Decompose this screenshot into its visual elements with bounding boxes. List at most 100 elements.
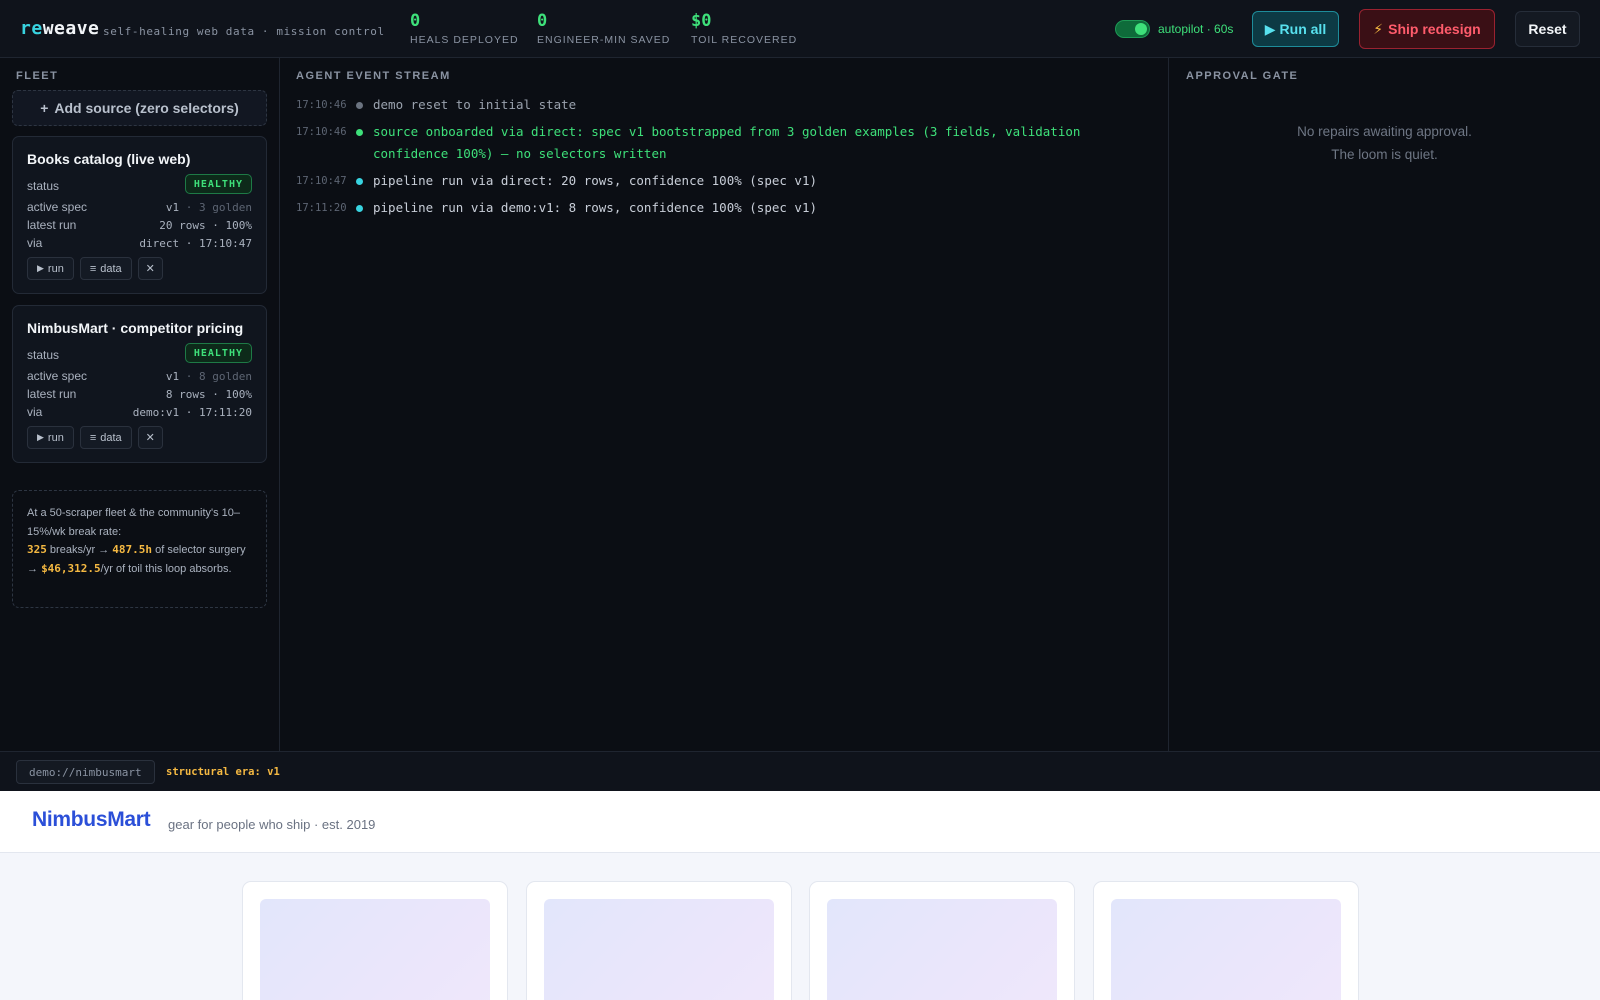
run-all-button[interactable]: ▶ Run all	[1252, 11, 1339, 47]
view-data-button[interactable]: ≡ data	[79, 426, 132, 449]
add-source-label: Add source (zero selectors)	[54, 100, 239, 116]
view-data-button[interactable]: ≡ data	[79, 257, 132, 280]
product-image	[1111, 899, 1341, 1000]
field-value: direct · 17:10:47	[139, 236, 252, 250]
site-header: NimbusMart gear for people who ship · es…	[0, 791, 1600, 853]
reset-button[interactable]: Reset	[1515, 11, 1580, 47]
gate-title: APPROVAL GATE	[1186, 70, 1299, 82]
site-tagline: gear for people who ship · est. 2019	[168, 817, 376, 832]
field-label: status	[27, 348, 60, 362]
list-icon: ≡	[89, 262, 97, 275]
add-source-button[interactable]: + Add source (zero selectors)	[12, 90, 267, 126]
demo-site-preview: NimbusMart gear for people who ship · es…	[0, 791, 1600, 1000]
active-spec-row: active spec v1 · 3 golden	[27, 199, 252, 215]
event-stream-panel: AGENT EVENT STREAM 17:10:46 demo reset t…	[280, 58, 1169, 751]
event-dot-icon	[356, 178, 363, 186]
ship-redesign-button[interactable]: ⚡ Ship redesign	[1359, 9, 1495, 49]
source-card-nimbusmart: NimbusMart · competitor pricing status H…	[12, 305, 267, 463]
field-value: v1 · 8 golden	[165, 369, 252, 383]
event-row: 17:10:47 pipeline run via direct: 20 row…	[296, 170, 1156, 193]
kpi-heals-deployed: 0 HEALS DEPLOYED	[410, 11, 519, 46]
remove-source-button[interactable]: ✕	[137, 426, 163, 449]
field-value: demo:v1 · 17:11:20	[132, 405, 252, 419]
event-time: 17:10:46	[296, 99, 347, 111]
field-label: active spec	[27, 200, 88, 214]
field-value: 8 rows · 100%	[165, 387, 252, 401]
site-logo[interactable]: NimbusMart	[32, 808, 151, 832]
field-label: status	[27, 179, 60, 193]
event-dot-icon	[356, 102, 363, 109]
fleet-panel: FLEET + Add source (zero selectors) Book…	[0, 58, 280, 751]
remove-source-button[interactable]: ✕	[137, 257, 163, 280]
field-label: via	[27, 236, 43, 250]
product-image	[544, 899, 774, 1000]
plus-icon: +	[40, 100, 49, 116]
product-card[interactable]	[1093, 881, 1359, 1000]
product-image	[260, 899, 490, 1000]
via-row: via direct · 17:10:47	[27, 235, 252, 251]
product-card[interactable]	[242, 881, 508, 1000]
event-message: pipeline run via direct: 20 rows, confid…	[373, 173, 818, 189]
product-card[interactable]	[526, 881, 792, 1000]
card-actions: ▶ run ≡ data ✕	[27, 426, 163, 449]
stream-title: AGENT EVENT STREAM	[296, 70, 451, 82]
event-row: 17:10:46 demo reset to initial state	[296, 94, 1156, 117]
latest-run-row: latest run 20 rows · 100%	[27, 217, 252, 233]
field-label: latest run	[27, 218, 77, 232]
latest-run-row: latest run 8 rows · 100%	[27, 386, 252, 402]
autopilot-label: autopilot · 60s	[1158, 22, 1234, 36]
kpi-engineer-min-saved: 0 ENGINEER-MIN SAVED	[537, 11, 670, 46]
event-dot-icon	[356, 128, 363, 136]
top-bar: reweave self-healing web data · mission …	[0, 0, 1600, 58]
event-row: 17:11:20 pipeline run via demo:v1: 8 row…	[296, 197, 1156, 220]
play-icon: ▶	[37, 263, 44, 273]
event-message: pipeline run via demo:v1: 8 rows, confid…	[373, 199, 818, 215]
kpi-value: 0	[410, 11, 421, 31]
demo-site-strip: demo://nimbusmart structural era: v1	[0, 751, 1600, 791]
close-icon: ✕	[145, 432, 155, 444]
app-tagline: self-healing web data · mission control	[103, 25, 385, 38]
active-spec-row: active spec v1 · 8 golden	[27, 368, 252, 384]
list-icon: ≡	[89, 431, 97, 444]
gate-empty-state: No repairs awaiting approval. The loom i…	[1297, 124, 1472, 162]
run-source-button[interactable]: ▶ run	[27, 426, 74, 449]
field-value: 20 rows · 100%	[159, 218, 252, 232]
kpi-toil-recovered: $0 TOIL RECOVERED	[691, 11, 797, 46]
event-row: 17:10:46 source onboarded via direct: sp…	[296, 121, 1156, 166]
event-time: 17:10:46	[296, 125, 347, 138]
ship-redesign-label: Ship redesign	[1388, 21, 1481, 37]
field-label: latest run	[27, 387, 77, 401]
lightning-icon: ⚡	[1373, 20, 1384, 37]
card-actions: ▶ run ≡ data ✕	[27, 257, 163, 280]
event-list: 17:10:46 demo reset to initial state 17:…	[296, 94, 1156, 224]
toggle-knob	[1135, 23, 1147, 35]
autopilot-toggle[interactable]	[1115, 20, 1150, 38]
fleet-title: FLEET	[16, 70, 59, 82]
approval-gate-panel: APPROVAL GATE No repairs awaiting approv…	[1169, 58, 1600, 751]
via-row: via demo:v1 · 17:11:20	[27, 404, 252, 420]
kpi-label: ENGINEER-MIN SAVED	[537, 34, 671, 46]
structural-era-label: structural era: v1	[166, 766, 280, 778]
field-label: via	[27, 405, 43, 419]
kpi-value: 0	[537, 11, 548, 31]
close-icon: ✕	[145, 263, 155, 275]
run-source-button[interactable]: ▶ run	[27, 257, 74, 280]
run-all-label: Run all	[1279, 21, 1327, 37]
field-label: active spec	[27, 369, 88, 383]
kpi-value: $0	[691, 11, 712, 31]
product-card[interactable]	[809, 881, 1075, 1000]
demo-url-chip[interactable]: demo://nimbusmart	[16, 760, 155, 784]
event-time: 17:10:47	[296, 175, 347, 188]
kpi-label: HEALS DEPLOYED	[410, 34, 519, 46]
roi-callout: At a 50-scraper fleet & the community's …	[12, 490, 267, 608]
event-time: 17:11:20	[296, 201, 347, 214]
source-name: NimbusMart · competitor pricing	[27, 320, 244, 336]
event-dot-icon	[356, 204, 363, 212]
event-message: source onboarded via direct: spec v1 boo…	[373, 123, 1081, 162]
source-card-books: Books catalog (live web) status HEALTHY …	[12, 136, 267, 294]
status-badge: HEALTHY	[184, 343, 252, 363]
status-badge: HEALTHY	[184, 174, 252, 194]
brand-logo: reweave	[20, 18, 100, 39]
event-message: demo reset to initial state	[373, 97, 577, 112]
kpi-label: TOIL RECOVERED	[691, 34, 798, 46]
